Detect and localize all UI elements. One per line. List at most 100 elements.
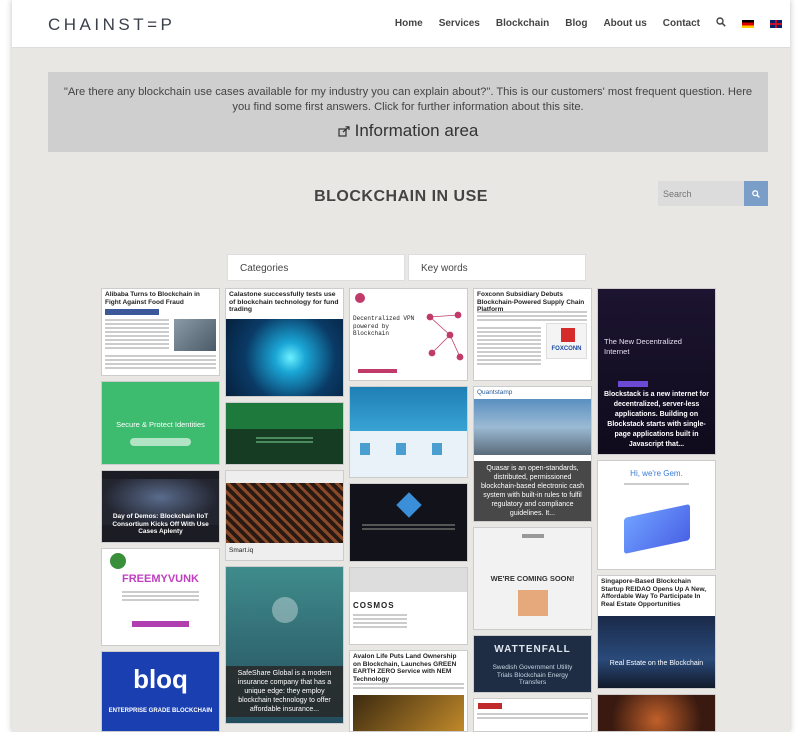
card-dark-video-logo-icon [396,492,422,518]
card-civic[interactable]: Secure & Protect Identities [101,381,220,465]
card-dbs-text [477,713,588,721]
card-bloq-subtitle: ENTERPRISE GRADE BLOCKCHAIN [108,708,213,714]
card-dark-video-text [362,524,455,532]
card-foxconn-logo-icon [561,328,575,342]
card-vpn-network-image [420,307,464,365]
search-form [658,181,768,206]
card-alibaba[interactable]: Alibaba Turns to Blockchain in Fight Aga… [101,288,220,376]
nav-blockchain[interactable]: Blockchain [496,18,549,29]
card-vpn-icons [358,369,397,373]
card-blue-site-features [360,443,457,455]
card-smartiq[interactable]: Smart.iq [225,470,344,561]
card-alibaba-more-text [105,355,216,371]
site-header: CHAINST=P Home Services Blockchain Blog … [12,0,790,48]
card-foxconn[interactable]: Foxconn Subsidiary Debuts Blockchain-Pow… [473,288,592,381]
categories-filter[interactable]: Categories [227,254,405,281]
card-foxconn-logo-text: FOXCONN [551,346,582,352]
info-banner[interactable]: "Are there any blockchain use cases avai… [48,72,768,152]
browser-frame: CHAINST=P Home Services Blockchain Blog … [0,0,796,732]
search-icon[interactable] [716,17,726,30]
card-safeshare-logo-icon [272,597,298,623]
card-avalon[interactable]: Avalon Life Puts Land Ownership on Block… [349,650,468,732]
card-smartiq-label: Smart.iq [229,547,254,554]
external-link-icon [337,125,350,137]
card-blockstack-caption: Blockstack is a new internet for decentr… [603,391,710,448]
card-civic-buttons [130,438,191,446]
nav-services[interactable]: Services [439,18,480,29]
card-wattenfall[interactable]: WATTENFALL Swedish Government Utility Tr… [473,635,592,693]
card-freemyvunk-badge-icon [110,553,126,569]
card-coming-soon-image [518,590,548,616]
card-calastone[interactable]: Calastone successfully tests use of bloc… [225,288,344,397]
card-coming-soon[interactable]: WE'RE COMING SOON! [473,527,592,630]
card-gem-hero: Hi, we're Gem. [630,469,683,478]
card-alibaba-thumbnail [105,309,159,315]
card-bloq[interactable]: bloq ENTERPRISE GRADE BLOCKCHAIN [101,651,220,732]
card-green-site-text [256,437,313,445]
card-avalon-title: Avalon Life Puts Land Ownership on Block… [353,653,457,683]
nav-about-us[interactable]: About us [603,18,646,29]
card-avalon-image [353,695,464,731]
german-flag-icon[interactable] [742,19,754,28]
card-cosmos[interactable]: COSMOS [349,567,468,645]
card-dark-video[interactable] [349,483,468,562]
card-iiot-title: Day of Demos: Blockchain IIoT Consortium… [112,513,209,535]
card-quantstamp-label: Quantstamp [477,389,513,396]
card-cosmos-text [353,614,407,630]
card-alibaba-image [174,319,216,351]
card-wattenfall-title: Swedish Government Utility Trials Blockc… [492,664,573,686]
main-nav: Home Services Blockchain Blog About us C… [395,17,782,30]
card-blockstack-button [618,381,648,387]
card-safeshare-caption: SafeShare Global is a modern insurance c… [226,666,343,717]
card-avalon-text [353,683,464,691]
card-dbs-logo [478,703,502,709]
card-dbs[interactable] [473,698,592,732]
card-civic-hero: Secure & Protect Identities [116,420,205,429]
site-logo[interactable]: CHAINST=P [48,15,175,35]
card-freemyvunk-button [132,621,189,627]
card-iiot[interactable]: Day of Demos: Blockchain IIoT Consortium… [101,470,220,543]
card-singapore[interactable]: Singapore-Based Blockchain Startup REIDA… [597,575,716,689]
card-alibaba-title: Alibaba Turns to Blockchain in Fight Aga… [105,291,200,306]
information-area-link[interactable]: Information area [337,121,479,141]
nav-blog[interactable]: Blog [565,18,587,29]
card-singapore-image [598,616,715,688]
uk-flag-icon[interactable] [770,19,782,28]
card-coming-soon-logo [522,534,544,538]
card-gem-text [624,483,689,487]
search-icon [752,189,760,198]
nav-home[interactable]: Home [395,18,423,29]
card-foxconn-more-text [477,327,541,367]
card-blue-site[interactable] [349,386,468,478]
card-coming-soon-title: WE'RE COMING SOON! [490,574,575,583]
card-vpn[interactable]: Decentralized VPN powered by Blockchain [349,288,468,381]
card-smartiq-image [226,483,343,543]
information-area-label: Information area [354,121,479,140]
card-quasar-image [474,399,591,455]
keywords-filter[interactable]: Key words [408,254,586,281]
card-alibaba-text [105,319,169,351]
card-green-site[interactable] [225,402,344,465]
search-button[interactable] [744,181,768,206]
card-quasar[interactable]: Quantstamp Quasar is an open-standards, … [473,386,592,522]
card-blockstack-hero: The New Decentralized Internet [604,337,682,356]
card-calastone-title: Calastone successfully tests use of bloc… [229,291,339,313]
card-singapore-hero: Real Estate on the Blockchain [609,660,704,667]
card-foxconn-text [477,311,587,323]
card-cosmos-image [350,568,467,592]
page: CHAINST=P Home Services Blockchain Blog … [12,0,790,732]
card-gem[interactable]: Hi, we're Gem. [597,460,716,570]
card-cosmos-logo: COSMOS [353,601,395,610]
card-quasar-caption: Quasar is an open-standards, distributed… [474,461,591,521]
search-input[interactable] [658,181,744,206]
card-foxconn-logo: FOXCONN [546,323,587,359]
card-safeshare[interactable]: SafeShare Global is a modern insurance c… [225,566,344,724]
card-vpn-title: Decentralized VPN powered by Blockchain [353,315,415,337]
card-fire[interactable] [597,694,716,732]
card-blockstack[interactable]: The New Decentralized Internet Blockstac… [597,288,716,455]
nav-contact[interactable]: Contact [663,18,700,29]
card-vpn-logo-icon [355,293,365,303]
info-text: "Are there any blockchain use cases avai… [63,86,753,113]
card-gem-image [624,503,690,555]
card-freemyvunk[interactable]: FREEMYVUNK [101,548,220,646]
